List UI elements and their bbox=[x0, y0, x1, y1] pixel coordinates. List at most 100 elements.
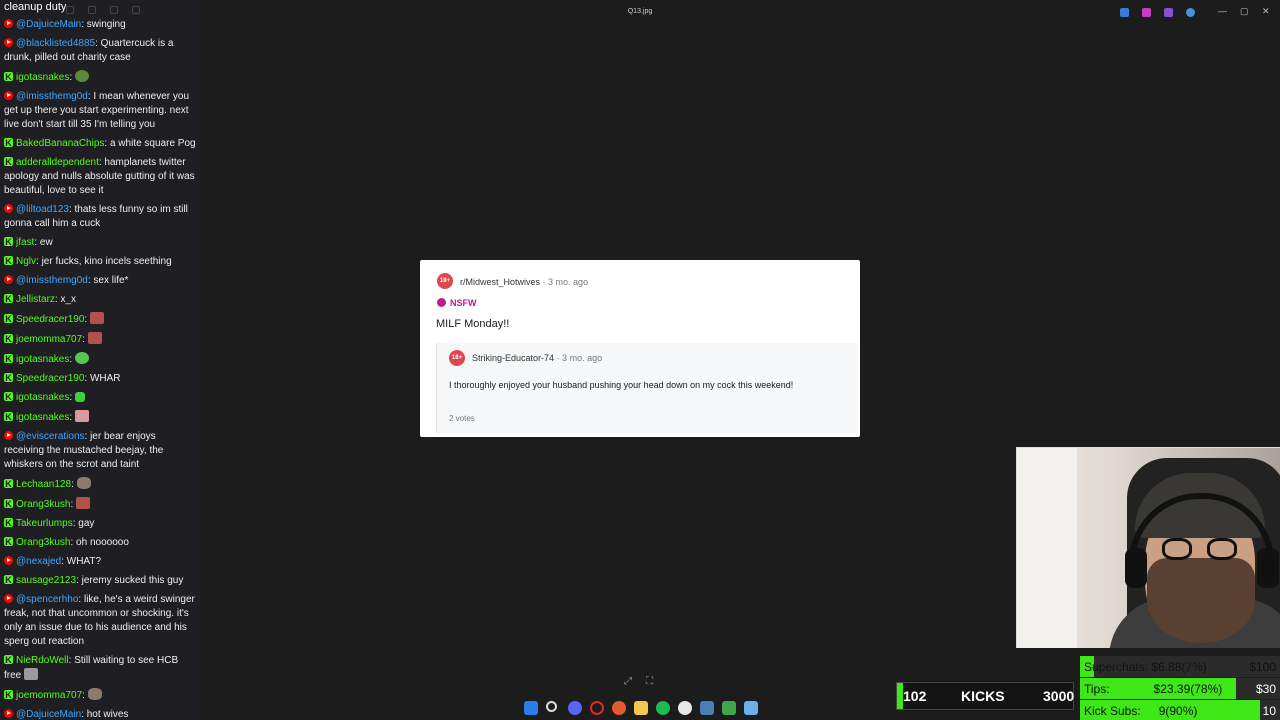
discord-icon[interactable] bbox=[568, 701, 582, 715]
chat-username[interactable]: Takeurlumps bbox=[16, 518, 73, 529]
start-icon[interactable] bbox=[524, 701, 538, 715]
chat-message: Takeurlumps: gay bbox=[4, 516, 196, 531]
xbox-icon[interactable] bbox=[678, 701, 692, 715]
spotify-icon[interactable] bbox=[656, 701, 670, 715]
chat-username[interactable]: @eviscerations bbox=[16, 431, 85, 442]
chat-username[interactable]: joemomma707 bbox=[16, 334, 82, 345]
chat-username[interactable]: igotasnakes bbox=[16, 412, 69, 423]
nsfw-icon bbox=[437, 298, 446, 307]
chat-text: WHAT? bbox=[66, 556, 102, 567]
chat-message: @spencerhho: like, he's a weird swinger … bbox=[4, 594, 195, 647]
chat-message: @eviscerations: jer bear enjoys receivin… bbox=[4, 431, 164, 470]
photos-icon[interactable] bbox=[744, 701, 758, 715]
comment-avatar-badge: 18+ bbox=[449, 350, 465, 366]
chat-text: gay bbox=[78, 518, 95, 529]
designer-icon[interactable] bbox=[1164, 8, 1173, 17]
chat-message: NieRdoWell: Still waiting to see HCB fre… bbox=[4, 653, 196, 683]
chat-message: @imissthemg0d: I mean whenever you get u… bbox=[4, 91, 190, 130]
tips-label: Tips: $23.39(78%) bbox=[1084, 682, 1222, 696]
maximize-icon[interactable]: ▢ bbox=[1240, 6, 1249, 17]
app-icon[interactable] bbox=[722, 701, 736, 715]
chat-username[interactable]: @imissthemg0d bbox=[16, 91, 88, 102]
chat-toolbar-icon[interactable] bbox=[88, 6, 96, 14]
comment-votes: 2 votes bbox=[449, 414, 475, 423]
chat-message: igotasnakes: bbox=[4, 70, 196, 85]
emote-icon bbox=[74, 392, 85, 402]
webcam-earcup-left bbox=[1125, 548, 1147, 588]
comment: 18+ Striking-Educator-74 · 3 mo. ago I t… bbox=[436, 343, 858, 433]
chat-username[interactable]: @imissthemg0d bbox=[16, 275, 88, 286]
file-explorer-icon[interactable] bbox=[634, 701, 648, 715]
chat-username[interactable]: joemomma707 bbox=[16, 690, 82, 701]
chat-toolbar-icon[interactable] bbox=[110, 6, 118, 14]
youtube-icon bbox=[4, 204, 13, 213]
comment-text: I thoroughly enjoyed your husband pushin… bbox=[449, 380, 794, 390]
chat-username[interactable]: BakedBananaChips bbox=[16, 138, 104, 149]
kick-icon bbox=[4, 254, 13, 268]
chat-username[interactable]: igotasnakes bbox=[16, 354, 69, 365]
chat-username[interactable]: @DajuiceMain bbox=[16, 19, 81, 30]
chat-username[interactable]: jfast bbox=[16, 237, 34, 248]
chat-username[interactable]: sausage2123 bbox=[16, 575, 76, 586]
chat-username[interactable]: adderalldependent bbox=[16, 157, 99, 168]
chat-toolbar-icon[interactable] bbox=[66, 6, 74, 14]
chat-message: Speedracer190: WHAR bbox=[4, 371, 196, 386]
chat-username[interactable]: @nexajed bbox=[16, 556, 61, 567]
chat-username[interactable]: Speedracer190 bbox=[16, 314, 84, 325]
chat-username[interactable]: Orang3kush bbox=[16, 499, 70, 510]
fullscreen-icon[interactable]: ⛶ bbox=[646, 676, 653, 687]
kick-icon bbox=[4, 332, 13, 346]
chat-message: @blacklisted4885: Quartercuck is a drunk… bbox=[4, 38, 174, 63]
onedrive-icon[interactable] bbox=[1186, 8, 1195, 17]
nsfw-label: NSFW bbox=[450, 298, 477, 308]
browser-icon[interactable] bbox=[612, 701, 626, 715]
post-title[interactable]: MILF Monday!! bbox=[436, 318, 509, 330]
kick-icon bbox=[4, 352, 13, 366]
close-icon[interactable]: ✕ bbox=[1262, 6, 1270, 17]
edit-icon[interactable] bbox=[1120, 8, 1129, 17]
fit-to-window-icon[interactable]: ⤢ bbox=[624, 676, 632, 687]
taskbar bbox=[200, 697, 1080, 720]
emote-icon bbox=[24, 668, 39, 680]
chat-username[interactable]: Nglv bbox=[16, 256, 36, 267]
chat-toolbar-icon[interactable] bbox=[132, 6, 140, 14]
comment-username[interactable]: Striking-Educator-74 bbox=[472, 353, 554, 363]
chat-username[interactable]: @liltoad123 bbox=[16, 204, 69, 215]
chat-text: jeremy sucked this guy bbox=[81, 575, 184, 586]
opera-icon[interactable] bbox=[590, 701, 604, 715]
chat-username[interactable]: @blacklisted4885 bbox=[16, 38, 95, 49]
chat-username[interactable]: NieRdoWell bbox=[16, 655, 69, 666]
copilot-icon[interactable] bbox=[1142, 8, 1151, 17]
chat-username[interactable]: Speedracer190 bbox=[16, 373, 84, 384]
emote-icon bbox=[87, 688, 102, 700]
emote-icon bbox=[76, 497, 91, 509]
search-icon[interactable] bbox=[546, 701, 557, 712]
chat-text: hot wives bbox=[86, 709, 129, 720]
chat-username[interactable]: @spencerhho bbox=[16, 594, 78, 605]
chat-username[interactable]: igotasnakes bbox=[16, 392, 69, 403]
comment-meta: Striking-Educator-74 · 3 mo. ago bbox=[472, 353, 602, 363]
chat-text: a white square Pog bbox=[109, 138, 196, 149]
kick-icon bbox=[4, 477, 13, 491]
chat-message: Jellistarz: x_x bbox=[4, 292, 196, 307]
kick-subs-label-text: Kick Subs: bbox=[1084, 704, 1141, 718]
chat-message: sausage2123: jeremy sucked this guy bbox=[4, 573, 196, 588]
chat-header: cleanup duty bbox=[0, 0, 200, 20]
subreddit-name[interactable]: r/Midwest_Hotwives bbox=[460, 277, 540, 287]
minimize-icon[interactable]: — bbox=[1218, 6, 1227, 16]
chat-message: joemomma707: bbox=[4, 688, 196, 703]
steam-icon[interactable] bbox=[700, 701, 714, 715]
chat-username[interactable]: Orang3kush bbox=[16, 537, 70, 548]
kick-icon bbox=[4, 70, 13, 84]
chat-username[interactable]: Lechaan128 bbox=[16, 479, 71, 490]
chat-username[interactable]: igotasnakes bbox=[16, 72, 69, 83]
viewer-title: Q13.jpg bbox=[627, 8, 653, 15]
chat-username[interactable]: Jellistarz bbox=[16, 294, 55, 305]
chat-username[interactable]: @DajuiceMain bbox=[16, 709, 81, 720]
youtube-icon bbox=[4, 38, 13, 47]
chat-text: WHAR bbox=[89, 373, 121, 384]
chat-text: x_x bbox=[60, 294, 77, 305]
kick-icon bbox=[4, 155, 13, 169]
viewer-title-bar: Q13.jpg — ▢ ✕ bbox=[200, 0, 1280, 24]
webcam-earcup-right bbox=[1257, 548, 1279, 588]
